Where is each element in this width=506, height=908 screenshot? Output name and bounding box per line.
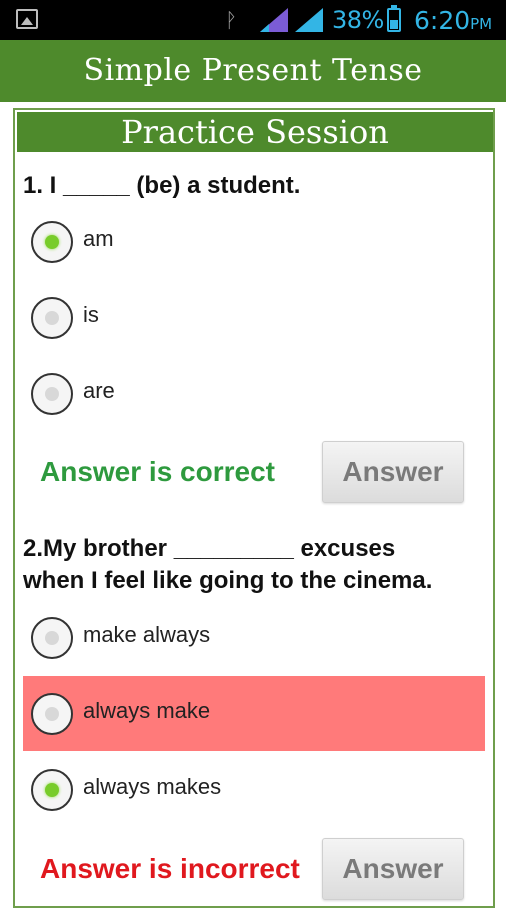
signal-icon [295,8,323,32]
question-1-text: 1. I _____ (be) a student. [23,172,301,199]
option-label: am [83,226,114,251]
option-label: always makes [83,774,222,799]
image-icon [16,9,38,29]
option-label: are [83,378,115,403]
radio-button-checked[interactable] [31,221,73,263]
option-label: is [83,302,99,327]
radio-button-checked[interactable] [31,769,73,811]
option-label: make always [83,622,211,647]
q1-option-is[interactable]: is [23,280,485,355]
bluetooth-icon: ᚹ [225,8,237,32]
option-label: always make [83,698,211,723]
app-title: Simple Present Tense [0,40,506,102]
radio-button[interactable] [31,297,73,339]
status-bar: ᚹ 38% 6:20PM [0,0,506,40]
question-2-line-1: 2.My brother _________ excuses [23,535,396,562]
radio-button[interactable] [31,693,73,735]
q2-option-make-always[interactable]: make always [23,600,485,675]
battery-icon [387,5,401,32]
battery-percent: 38% [332,6,384,34]
signal-icon [260,8,288,32]
q1-answer-button[interactable]: Answer [322,441,464,503]
clock: 6:20PM [414,6,493,35]
q2-option-always-make[interactable]: always make [23,676,485,751]
radio-button[interactable] [31,373,73,415]
session-header: Practice Session [17,112,493,152]
q1-result-text: Answer is correct [40,456,275,487]
radio-button[interactable] [31,617,73,659]
question-2-line-2: when I feel like going to the cinema. [23,567,433,594]
q2-answer-button[interactable]: Answer [322,838,464,900]
q2-option-always-makes[interactable]: always makes [23,752,485,827]
q1-option-are[interactable]: are [23,356,485,431]
q2-result-text: Answer is incorrect [40,853,300,884]
q1-option-am[interactable]: am [23,204,485,279]
question-2-text: 2.My brother _________ excuses when I fe… [23,533,432,597]
